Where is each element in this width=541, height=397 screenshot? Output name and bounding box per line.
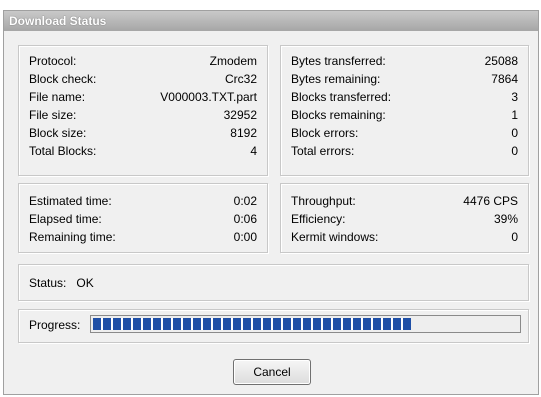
block-errors-value: 0: [511, 126, 518, 140]
elapsed-time-label: Elapsed time:: [29, 212, 102, 226]
total-blocks-value: 4: [250, 144, 257, 158]
progress-bar: [90, 315, 521, 333]
kermit-windows-value: 0: [511, 230, 518, 244]
file-name-label: File name:: [29, 90, 86, 104]
status-group: Status: OK: [18, 264, 529, 301]
transfer-info-group: Protocol: Zmodem Block check: Crc32 File…: [18, 45, 268, 176]
protocol-label: Protocol:: [29, 54, 77, 68]
transfer-counts-group: Bytes transferred: 25088 Bytes remaining…: [280, 45, 529, 176]
file-size-label: File size:: [29, 108, 77, 122]
throughput-row: Throughput: 4476 CPS: [291, 192, 518, 210]
total-errors-value: 0: [511, 144, 518, 158]
progress-label: Progress:: [29, 318, 81, 332]
protocol-row: Protocol: Zmodem: [29, 52, 257, 70]
total-errors-row: Total errors: 0: [291, 142, 518, 160]
block-size-label: Block size:: [29, 126, 87, 140]
kermit-windows-label: Kermit windows:: [291, 230, 379, 244]
block-size-row: Block size: 8192: [29, 124, 257, 142]
file-name-row: File name: V000003.TXT.part: [29, 88, 257, 106]
blocks-remaining-value: 1: [511, 108, 518, 122]
bytes-remaining-row: Bytes remaining: 7864: [291, 70, 518, 88]
estimated-time-value: 0:02: [233, 194, 257, 208]
elapsed-time-value: 0:06: [233, 212, 257, 226]
blocks-remaining-label: Blocks remaining:: [291, 108, 386, 122]
download-status-dialog: Download Status Protocol: Zmodem Block c…: [3, 10, 539, 395]
bytes-remaining-value: 7864: [491, 72, 518, 86]
kermit-windows-row: Kermit windows: 0: [291, 228, 518, 246]
block-check-label: Block check:: [29, 72, 97, 86]
blocks-transferred-row: Blocks transferred: 3: [291, 88, 518, 106]
bytes-remaining-label: Bytes remaining:: [291, 72, 381, 86]
file-size-value: 32952: [223, 108, 257, 122]
block-check-value: Crc32: [224, 72, 257, 86]
estimated-time-label: Estimated time:: [29, 194, 112, 208]
estimated-time-row: Estimated time: 0:02: [29, 192, 257, 210]
blocks-transferred-value: 3: [511, 90, 518, 104]
total-errors-label: Total errors:: [291, 144, 355, 158]
block-check-row: Block check: Crc32: [29, 70, 257, 88]
progress-group: Progress:: [18, 309, 529, 343]
status-line: Status: OK: [29, 276, 94, 290]
efficiency-label: Efficiency:: [291, 212, 346, 226]
bytes-transferred-row: Bytes transferred: 25088: [291, 52, 518, 70]
blocks-transferred-label: Blocks transferred:: [291, 90, 392, 104]
file-name-value: V000003.TXT.part: [160, 90, 257, 104]
progress-bar-fill: [93, 318, 411, 330]
remaining-time-row: Remaining time: 0:00: [29, 228, 257, 246]
file-size-row: File size: 32952: [29, 106, 257, 124]
throughput-value: 4476 CPS: [463, 194, 518, 208]
remaining-time-label: Remaining time:: [29, 230, 116, 244]
bytes-transferred-value: 25088: [484, 54, 518, 68]
status-label: Status:: [29, 276, 67, 290]
timing-group: Estimated time: 0:02 Elapsed time: 0:06 …: [18, 183, 268, 253]
total-blocks-row: Total Blocks: 4: [29, 142, 257, 160]
bytes-transferred-label: Bytes transferred:: [291, 54, 386, 68]
block-size-value: 8192: [230, 126, 257, 140]
total-blocks-label: Total Blocks:: [29, 144, 97, 158]
throughput-label: Throughput:: [291, 194, 356, 208]
efficiency-row: Efficiency: 39%: [291, 210, 518, 228]
protocol-value: Zmodem: [209, 54, 257, 68]
blocks-remaining-row: Blocks remaining: 1: [291, 106, 518, 124]
elapsed-time-row: Elapsed time: 0:06: [29, 210, 257, 228]
dialog-title: Download Status: [4, 11, 538, 31]
remaining-time-value: 0:00: [233, 230, 257, 244]
performance-group: Throughput: 4476 CPS Efficiency: 39% Ker…: [280, 183, 529, 253]
status-value: OK: [76, 276, 94, 290]
block-errors-label: Block errors:: [291, 126, 359, 140]
cancel-button[interactable]: Cancel: [233, 359, 311, 385]
block-errors-row: Block errors: 0: [291, 124, 518, 142]
efficiency-value: 39%: [493, 212, 518, 226]
